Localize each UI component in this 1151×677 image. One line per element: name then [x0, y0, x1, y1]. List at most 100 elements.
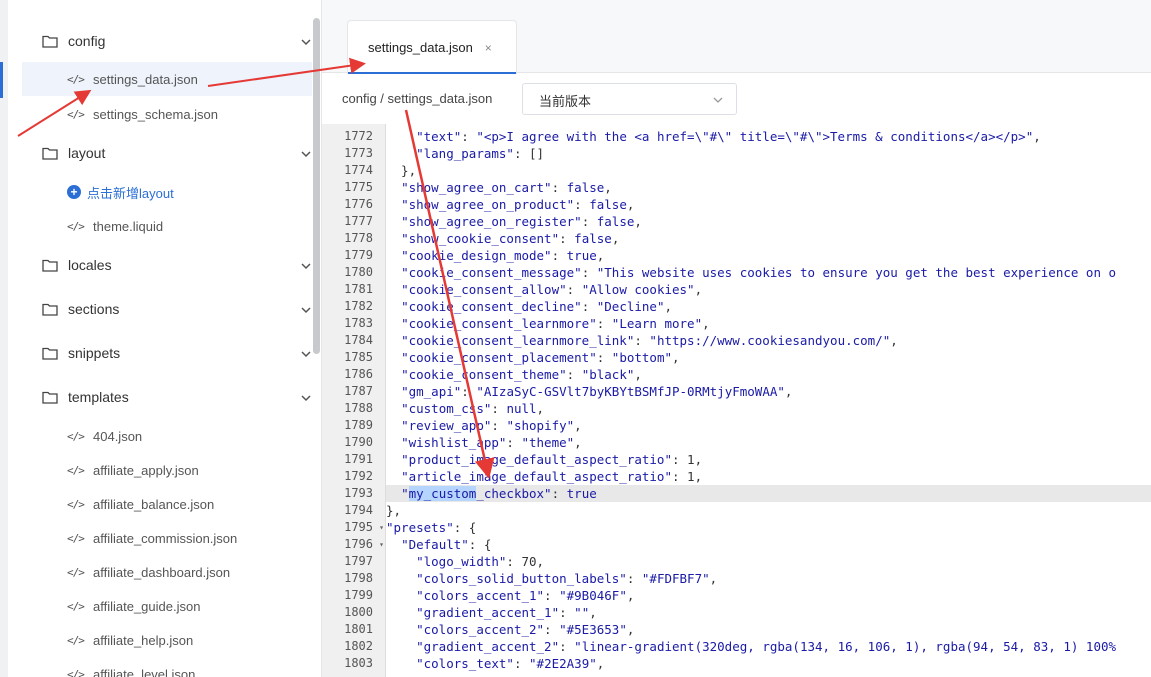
line-number-text: 1782: [344, 299, 373, 313]
code-line[interactable]: "show_agree_on_product": false,: [386, 196, 1151, 213]
code-line[interactable]: "lang_params": []: [386, 145, 1151, 162]
file-affiliate-level-json[interactable]: </> affiliate_level.json: [22, 657, 312, 677]
file-theme-liquid[interactable]: </> theme.liquid: [22, 209, 312, 243]
line-number-text: 1798: [344, 571, 373, 585]
line-number-text: 1803: [344, 656, 373, 670]
folder-icon: [42, 147, 58, 160]
file-tree-sidebar: config </> settings_data.json </> settings_s…: [22, 0, 320, 677]
folder-config[interactable]: config: [22, 24, 312, 58]
file-affiliate-help-json[interactable]: </> affiliate_help.json: [22, 623, 312, 657]
line-number: 1796 ▾: [322, 536, 386, 553]
folder-snippets[interactable]: snippets: [22, 336, 312, 370]
line-number: 1787: [322, 383, 386, 400]
line-number: 1785: [322, 349, 386, 366]
code-line[interactable]: "colors_accent_1": "#9B046F",: [386, 587, 1151, 604]
code-line[interactable]: },: [386, 162, 1151, 179]
line-number-text: 1775: [344, 180, 373, 194]
close-icon[interactable]: ×: [485, 41, 492, 55]
code-line[interactable]: "Default": {: [386, 536, 1151, 553]
line-number: 1801: [322, 621, 386, 638]
line-number-text: 1787: [344, 384, 373, 398]
file-label: affiliate_dashboard.json: [93, 564, 231, 580]
code-line[interactable]: "cookie_consent_learnmore_link": "https:…: [386, 332, 1151, 349]
code-line[interactable]: "colors_text": "#2E2A39",: [386, 655, 1151, 672]
code-line[interactable]: "cookie_consent_learnmore": "Learn more"…: [386, 315, 1151, 332]
code-line[interactable]: "show_agree_on_register": false,: [386, 213, 1151, 230]
line-number: 1792: [322, 468, 386, 485]
line-number: 1799: [322, 587, 386, 604]
line-number: 1783: [322, 315, 386, 332]
code-line[interactable]: "gm_api": "AIzaSyC-GSVlt7byKBYtBSMfJP-0R…: [386, 383, 1151, 400]
line-number: 1803: [322, 655, 386, 672]
code-line[interactable]: "cookie_consent_decline": "Decline",: [386, 298, 1151, 315]
add-layout-button[interactable]: + 点击新增layout: [22, 175, 312, 209]
folder-templates[interactable]: templates: [22, 380, 312, 414]
file-label: affiliate_level.json: [93, 666, 196, 677]
file-settings-schema-json[interactable]: </> settings_schema.json: [22, 97, 312, 131]
folder-label: config: [68, 33, 106, 49]
code-line[interactable]: "logo_width": 70,: [386, 553, 1151, 570]
file-settings-data-json[interactable]: </> settings_data.json: [22, 62, 312, 96]
fold-arrow-icon[interactable]: ▾: [379, 519, 384, 536]
code-line[interactable]: "colors_solid_button_labels": "#FDFBF7",: [386, 570, 1151, 587]
file-affiliate-apply-json[interactable]: </> affiliate_apply.json: [22, 453, 312, 487]
chevron-down-icon[interactable]: [300, 391, 312, 403]
chevron-down-icon[interactable]: [300, 303, 312, 315]
folder-label: layout: [68, 145, 106, 161]
code-line[interactable]: },: [386, 502, 1151, 519]
code-line[interactable]: "presets": {: [386, 519, 1151, 536]
line-number-text: 1783: [344, 316, 373, 330]
line-number: 1790: [322, 434, 386, 451]
code-line[interactable]: "gradient_accent_2": "linear-gradient(32…: [386, 638, 1151, 655]
folder-sections[interactable]: sections: [22, 292, 312, 326]
line-number-text: 1779: [344, 248, 373, 262]
line-number-text: 1795: [344, 520, 373, 534]
line-number-text: 1794: [344, 503, 373, 517]
line-number-text: 1788: [344, 401, 373, 415]
folder-locales[interactable]: locales: [22, 248, 312, 282]
code-line[interactable]: "colors_accent_2": "#5E3653",: [386, 621, 1151, 638]
file-label: settings_schema.json: [93, 106, 219, 122]
code-icon: </>: [67, 599, 85, 613]
code-line[interactable]: "wishlist_app": "theme",: [386, 434, 1151, 451]
file-affiliate-dashboard-json[interactable]: </> affiliate_dashboard.json: [22, 555, 312, 589]
code-icon: </>: [67, 107, 85, 121]
line-number-text: 1784: [344, 333, 373, 347]
code-line[interactable]: "my_custom_checkbox": true: [386, 485, 1151, 502]
folder-layout[interactable]: layout: [22, 136, 312, 170]
version-select[interactable]: 当前版本: [522, 83, 737, 115]
code-line[interactable]: "article_image_default_aspect_ratio": 1,: [386, 468, 1151, 485]
file-affiliate-guide-json[interactable]: </> affiliate_guide.json: [22, 589, 312, 623]
sidebar-scrollbar[interactable]: [313, 18, 320, 354]
file-404-json[interactable]: </> 404.json: [22, 419, 312, 453]
code-line[interactable]: "cookie_consent_message": "This website …: [386, 264, 1151, 281]
code-editor[interactable]: 1772 1773 1774 1775 1776 1777 1778 1779 1780 1781…: [322, 124, 1151, 677]
code-line[interactable]: "cookie_consent_theme": "black",: [386, 366, 1151, 383]
code-line[interactable]: "gradient_accent_1": "",: [386, 604, 1151, 621]
chevron-down-icon[interactable]: [300, 259, 312, 271]
code-line[interactable]: "show_agree_on_cart": false,: [386, 179, 1151, 196]
code-line[interactable]: "custom_css": null,: [386, 400, 1151, 417]
code-line[interactable]: "product_image_default_aspect_ratio": 1,: [386, 451, 1151, 468]
chevron-down-icon[interactable]: [300, 147, 312, 159]
folder-label: locales: [68, 257, 112, 273]
folder-label: snippets: [68, 345, 121, 361]
fold-arrow-icon[interactable]: ▾: [379, 536, 384, 553]
line-number: 1788: [322, 400, 386, 417]
file-affiliate-balance-json[interactable]: </> affiliate_balance.json: [22, 487, 312, 521]
code-line[interactable]: "text": "<p>I agree with the <a href=\"#…: [386, 128, 1151, 145]
file-label: affiliate_commission.json: [93, 530, 238, 546]
code-line[interactable]: "show_cookie_consent": false,: [386, 230, 1151, 247]
file-label: affiliate_balance.json: [93, 496, 215, 512]
code-line[interactable]: "cookie_consent_placement": "bottom",: [386, 349, 1151, 366]
code-line[interactable]: "review_app": "shopify",: [386, 417, 1151, 434]
chevron-down-icon[interactable]: [300, 347, 312, 359]
folder-icon: [42, 347, 58, 360]
chevron-down-icon[interactable]: [300, 35, 312, 47]
code-line[interactable]: "cookie_design_mode": true,: [386, 247, 1151, 264]
outer-nav-strip: [0, 0, 8, 677]
file-affiliate-commission-json[interactable]: </> affiliate_commission.json: [22, 521, 312, 555]
code-line[interactable]: "cookie_consent_allow": "Allow cookies",: [386, 281, 1151, 298]
code-icon: </>: [67, 497, 85, 511]
tab-settings-data[interactable]: settings_data.json ×: [347, 20, 517, 74]
